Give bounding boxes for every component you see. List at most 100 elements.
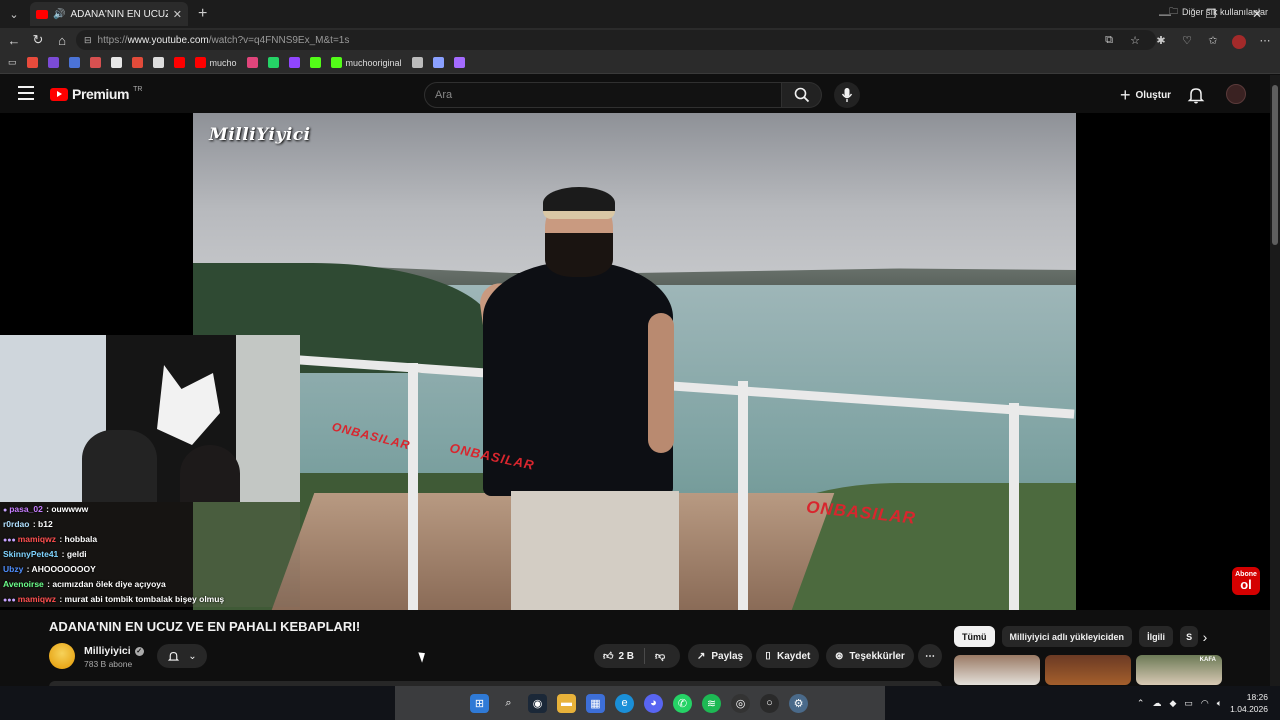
video-frame[interactable]: MilliYiyici ONBASILAR ONBASILAR ONBASILA… <box>193 113 1076 610</box>
discord-icon[interactable]: ◕ <box>644 693 663 713</box>
steam-icon[interactable]: ◉ <box>528 693 547 713</box>
notifications-bell-icon[interactable] <box>1186 85 1206 105</box>
bookmark-item[interactable] <box>110 57 122 68</box>
favorites-icon[interactable]: ✩ <box>1204 30 1222 50</box>
browser-tab-active[interactable]: 🔊 ADANA'NIN EN UCUZ VE EN ✕ <box>30 2 188 26</box>
menu-hamburger-icon[interactable] <box>18 86 34 100</box>
back-button[interactable]: ← <box>2 28 26 52</box>
app-available-icon[interactable]: ⧉ <box>1100 30 1118 50</box>
bookmark-favicon-icon <box>47 57 59 68</box>
bookmark-favicon-icon <box>26 57 38 68</box>
search-placeholder: Ara <box>435 89 453 101</box>
share-button[interactable]: ↗ Paylaş <box>688 644 753 668</box>
clock-time: 18:26 <box>1246 692 1268 702</box>
save-button[interactable]: ⌷ Kaydet <box>756 644 820 668</box>
spotify-icon[interactable]: ≋ <box>702 693 721 713</box>
refresh-button[interactable]: ↻ <box>26 28 50 52</box>
create-button[interactable]: + Oluştur <box>1112 82 1179 108</box>
search-button[interactable] <box>782 82 822 108</box>
related-video-thumbnail[interactable] <box>1045 655 1131 685</box>
microphone-icon <box>841 88 853 102</box>
clock[interactable]: 18:26 1.04.2026 <box>1230 691 1268 715</box>
bookmark-favicon-icon <box>267 57 279 68</box>
bookmark-favicon-icon <box>453 57 465 68</box>
close-tab-icon[interactable]: ✕ <box>173 8 182 21</box>
bookmark-item[interactable] <box>173 57 185 68</box>
bookmark-item[interactable] <box>26 57 38 68</box>
filter-chip[interactable]: İlgili <box>1139 626 1174 647</box>
page-scrollbar[interactable] <box>1270 75 1280 686</box>
display-icon[interactable]: ▭ <box>1184 698 1193 709</box>
cloud-icon[interactable]: ☁ <box>1152 698 1161 709</box>
volume-icon[interactable]: 🔈︎ <box>1217 698 1222 709</box>
wifi-icon[interactable]: ◠ <box>1201 698 1209 709</box>
extensions-icon[interactable]: ✱ <box>1152 30 1170 50</box>
bookmark-item[interactable] <box>47 57 59 68</box>
filter-chip[interactable]: Tümü <box>954 626 995 647</box>
edge-icon[interactable]: e <box>615 693 634 713</box>
youtube-premium-logo[interactable]: Premium TR <box>50 86 142 102</box>
channel-avatar[interactable] <box>49 643 75 669</box>
bookmark-item[interactable] <box>453 57 465 68</box>
related-video-thumbnail[interactable]: KAFA <box>1136 655 1222 685</box>
address-bar[interactable]: ⊟ https://www.youtube.com/watch?v=q4FNNS… <box>76 30 1156 50</box>
plus-icon: + <box>1120 85 1131 105</box>
search-icon[interactable]: ⌕ <box>499 694 518 713</box>
subscribed-notifications-button[interactable]: ⌄ <box>157 644 207 668</box>
nvidia-icon[interactable]: ◆ <box>1169 698 1176 709</box>
account-avatar[interactable] <box>1226 84 1246 104</box>
subscribe-watermark-button[interactable]: Abone ol <box>1232 567 1260 595</box>
obs-icon[interactable]: ◎ <box>731 693 750 713</box>
chevron-up-icon[interactable]: ⌃ <box>1137 698 1145 709</box>
thanks-button[interactable]: ⊛ Teşekkürler <box>826 644 914 668</box>
like-button[interactable]: 👍︎ 2 B <box>603 650 634 663</box>
bookmark-item[interactable] <box>309 57 321 68</box>
scrollbar-thumb[interactable] <box>1272 85 1278 245</box>
chevron-right-icon[interactable]: › <box>1196 628 1214 646</box>
profile-avatar[interactable] <box>1230 30 1248 50</box>
bookmark-item[interactable]: muchooriginal <box>330 57 402 68</box>
bookmark-favicon-icon <box>131 57 143 68</box>
chat-text: : b12 <box>30 519 53 529</box>
bookmark-reading-icon[interactable]: ▭ <box>8 57 17 68</box>
url-path: /watch?v=q4FNNS9Ex_M&t=1s <box>208 34 350 46</box>
bookmark-item[interactable] <box>68 57 80 68</box>
filter-chip[interactable]: Milliyiyici adlı yükleyiciden <box>1001 626 1133 647</box>
chat-message: SkinnyPete41 : geldi <box>0 547 300 562</box>
related-video-thumbnail[interactable] <box>954 655 1040 685</box>
app-icon[interactable]: ○ <box>760 693 779 713</box>
store-icon[interactable]: ▦ <box>586 693 605 713</box>
bookmark-item[interactable] <box>89 57 101 68</box>
youtube-play-icon <box>50 87 68 101</box>
chat-message: ●●● mamiqwz : hobbala <box>0 532 300 547</box>
site-info-icon[interactable]: ⊟ <box>84 35 92 46</box>
new-tab-button[interactable]: + <box>198 5 207 23</box>
home-button[interactable]: ⌂ <box>50 28 74 52</box>
channel-name[interactable]: Milliyiyici ✓ <box>84 645 144 657</box>
bookmark-item[interactable] <box>267 57 279 68</box>
whatsapp-icon[interactable]: ✆ <box>673 693 692 713</box>
file-explorer-icon[interactable]: ▬ <box>557 693 576 713</box>
bookmark-item[interactable] <box>411 57 423 68</box>
bookmark-item[interactable] <box>246 57 258 68</box>
bookmark-item[interactable] <box>131 57 143 68</box>
share-icon: ↗ <box>697 650 706 662</box>
bookmark-item[interactable]: mucho <box>194 57 237 68</box>
browser-essentials-icon[interactable]: ♡ <box>1178 30 1196 50</box>
bookmark-item[interactable] <box>288 57 300 68</box>
more-menu-icon[interactable]: ⋯ <box>1256 30 1274 50</box>
favorite-star-icon[interactable]: ☆ <box>1126 30 1144 50</box>
other-bookmarks[interactable]: 🗀 Diğer sık kullanılanlar <box>1169 4 1268 20</box>
start-windows-icon[interactable]: ⊞ <box>470 693 489 713</box>
more-actions-button[interactable]: ⋯ <box>918 644 942 668</box>
chat-username: mamiqwz <box>17 594 56 604</box>
dislike-button[interactable]: 👎︎ <box>655 650 665 662</box>
bookmark-item[interactable] <box>152 57 164 68</box>
bell-icon <box>168 651 180 661</box>
tab-list-button[interactable]: ⌄ <box>4 4 24 24</box>
search-input[interactable]: Ara <box>424 82 782 108</box>
settings-gear-icon[interactable]: ⚙ <box>789 693 808 713</box>
speaker-icon[interactable]: 🔊 <box>53 9 65 20</box>
voice-search-button[interactable] <box>834 82 860 108</box>
bookmark-item[interactable] <box>432 57 444 68</box>
